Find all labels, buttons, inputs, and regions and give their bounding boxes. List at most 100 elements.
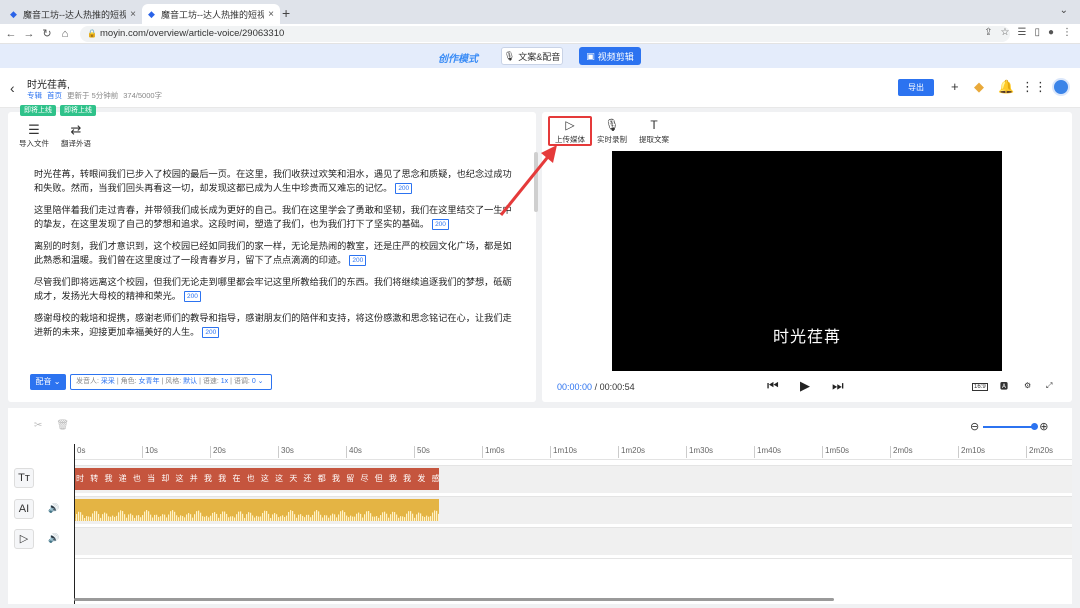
browser-tab[interactable]: ◆ 魔音工坊--达人热推的短视频/有 × — [4, 4, 142, 24]
waveform-bar — [110, 516, 112, 521]
speaker-icon[interactable]: 🔊 — [48, 503, 59, 514]
paragraph[interactable]: 尽管我们即将远离这个校园，但我们无论走到哪里都会牢记这里所教给我们的东西。我们将… — [34, 275, 512, 303]
reading-list-icon[interactable]: ☰ — [1017, 27, 1026, 38]
waveform-bar — [434, 510, 436, 521]
paragraph[interactable]: 离别的时刻，我们才意识到，这个校园已经如同我们的家一样，无论是热闹的教室，还是庄… — [34, 239, 512, 267]
waveform-bar — [202, 516, 204, 521]
waveform-bar — [372, 516, 374, 521]
waveform-bar — [146, 510, 148, 521]
zoom-slider[interactable] — [983, 422, 1039, 430]
zoom-in-icon[interactable]: ⊕ — [1039, 420, 1048, 433]
ruler-tick: 2m10s — [958, 446, 985, 458]
role-prefix: | 角色: — [116, 378, 137, 385]
waveform-bar — [252, 515, 254, 521]
playhead[interactable] — [74, 444, 75, 604]
close-icon[interactable]: × — [268, 9, 274, 20]
mode-bar: 创作模式 🎙 文案&配音 ▣ 视频剪辑 — [0, 44, 1080, 68]
doc-meta: 专辑 首页 更新于 5分钟前 374/5000字 — [27, 90, 162, 101]
browser-tab-active[interactable]: ◆ 魔音工坊--达人热推的短视频/有 × — [142, 4, 280, 24]
zoom-slider-knob[interactable] — [1031, 422, 1039, 430]
more-vert-icon[interactable]: ⋮ — [1062, 27, 1072, 38]
video-preview[interactable]: 时光荏苒 — [612, 151, 1002, 371]
play-icon[interactable]: ▶ — [800, 378, 810, 394]
timeline-scrollbar[interactable] — [74, 598, 834, 601]
settings-icon[interactable]: ⚙ — [1024, 381, 1031, 390]
close-icon[interactable]: × — [130, 9, 136, 20]
skip-back-icon[interactable]: ⏮ — [767, 378, 779, 394]
waveform-bar — [222, 511, 224, 521]
reload-icon[interactable]: ↻ — [40, 27, 54, 40]
home-link[interactable]: 首页 — [47, 90, 62, 101]
share-icon[interactable]: ⇪ — [984, 27, 992, 38]
waveform-bar — [108, 516, 110, 521]
timeline-ruler[interactable]: 0s 10s 20s 30s 40s 50s 1m0s 1m10s 1m20s 1m30s 1m40… — [74, 444, 1072, 460]
trash-icon[interactable]: 🗑 — [56, 420, 69, 431]
scissors-icon[interactable]: ✂ — [34, 420, 42, 431]
waveform-bar — [392, 511, 394, 521]
skip-forward-icon[interactable]: ⏭ — [832, 378, 844, 394]
paragraph[interactable]: 这里陪伴着我们走过青春，并带领我们成长成为更好的自己。我们在这里学会了勇敢和坚韧… — [34, 203, 512, 231]
dub-button[interactable]: 配音 ⌄ — [30, 374, 66, 390]
export-button[interactable]: 导出 — [898, 79, 934, 96]
text-track-icon[interactable]: Tт — [14, 468, 34, 488]
paragraph[interactable]: 时光荏苒，转眼间我们已步入了校园的最后一页。在这里，我们收获过欢笑和泪水，遇见了… — [34, 167, 512, 195]
audio-track[interactable] — [74, 496, 1072, 524]
fullscreen-icon[interactable]: ⤢ — [1046, 381, 1052, 391]
waveform-bar — [234, 517, 236, 521]
text-track[interactable]: 时 转 我 递 也 当 却 这 并 我 我 在 也 这 这 天 还 都 我 留 … — [74, 465, 1072, 493]
speaker-icon[interactable]: 🔊 — [48, 533, 59, 544]
waveform-bar — [316, 510, 318, 521]
back-arrow-icon[interactable]: ← — [4, 28, 18, 40]
url-input[interactable]: 🔒 moyin.com/overview/article-voice/29063… — [80, 26, 1010, 42]
diamond-icon[interactable]: ◆ — [974, 79, 984, 95]
script-text[interactable]: 时光荏苒，转眼间我们已步入了校园的最后一页。在这里，我们收获过欢笑和泪水，遇见了… — [34, 167, 512, 347]
paragraph[interactable]: 感谢母校的栽培和提携，感谢老师们的教导和指导，感谢朋友们的陪伴和支持，将这份感激… — [34, 311, 512, 339]
waveform-bar — [296, 517, 298, 521]
waveform-bar — [314, 511, 316, 521]
new-tab-icon[interactable]: + — [282, 5, 290, 21]
profile-icon[interactable]: ● — [1048, 27, 1054, 38]
subtitle-icon[interactable]: 🅰 — [1000, 381, 1008, 392]
star-icon[interactable]: ☆ — [1001, 27, 1010, 38]
waveform-bar — [358, 512, 360, 521]
extract-text-tool[interactable]: T 提取文案 — [632, 118, 676, 145]
empty-track-area — [74, 558, 1072, 598]
ai-voice-track-icon[interactable]: AI — [14, 499, 34, 519]
zoom-out-icon[interactable]: ⊖ — [970, 420, 979, 433]
video-track[interactable] — [74, 527, 1072, 555]
voice-settings[interactable]: 发音人: 采采 | 角色: 女青年 | 风格: 默认 | 语速: 1x | 语调… — [70, 374, 272, 390]
apps-grid-icon[interactable]: ⋮⋮ — [1021, 79, 1047, 95]
home-icon[interactable]: ⌂ — [58, 28, 72, 40]
sidebar-icon[interactable]: ▯ — [1034, 27, 1040, 38]
char-count-badge: 200 — [349, 255, 367, 267]
avatar[interactable] — [1052, 78, 1070, 96]
waveform-bar — [236, 514, 238, 521]
waveform-bar — [308, 514, 310, 521]
waveform-bar — [162, 514, 164, 521]
waveform-bar — [430, 516, 432, 521]
waveform-bar — [190, 514, 192, 521]
waveform-bar — [112, 515, 114, 521]
plus-icon[interactable]: + — [951, 79, 959, 94]
voice-name: 采采 — [100, 378, 115, 385]
audio-clip[interactable] — [74, 499, 439, 521]
waveform-bar — [86, 516, 88, 521]
back-chevron-icon[interactable]: ‹ — [10, 80, 15, 96]
import-file-tool[interactable]: ☰ 导入文件 — [14, 122, 54, 149]
aspect-ratio-button[interactable]: 16:9 — [972, 383, 988, 391]
translate-tool[interactable]: ⇄ 翻译外语 — [56, 122, 96, 149]
realtime-record-tool[interactable]: 🎙 实时录制 — [590, 118, 634, 145]
forward-arrow-icon[interactable]: → — [22, 28, 36, 40]
waveform-bar — [398, 517, 400, 521]
bell-icon[interactable]: 🔔 — [998, 79, 1014, 95]
waveform-bar — [360, 513, 362, 521]
ruler-tick: 1m40s — [754, 446, 781, 458]
video-edit-button[interactable]: ▣ 视频剪辑 — [579, 47, 641, 65]
ruler-tick: 40s — [346, 446, 362, 458]
video-track-icon[interactable]: ▷ — [14, 529, 34, 549]
waveform-bar — [288, 512, 290, 521]
copy-dubbing-button[interactable]: 🎙 文案&配音 — [501, 47, 563, 65]
chevron-down-icon[interactable]: ⌄ — [1060, 5, 1068, 16]
album-link[interactable]: 专辑 — [27, 90, 42, 101]
text-clip[interactable]: 时 转 我 递 也 当 却 这 并 我 我 在 也 这 这 天 还 都 我 留 … — [74, 468, 439, 490]
